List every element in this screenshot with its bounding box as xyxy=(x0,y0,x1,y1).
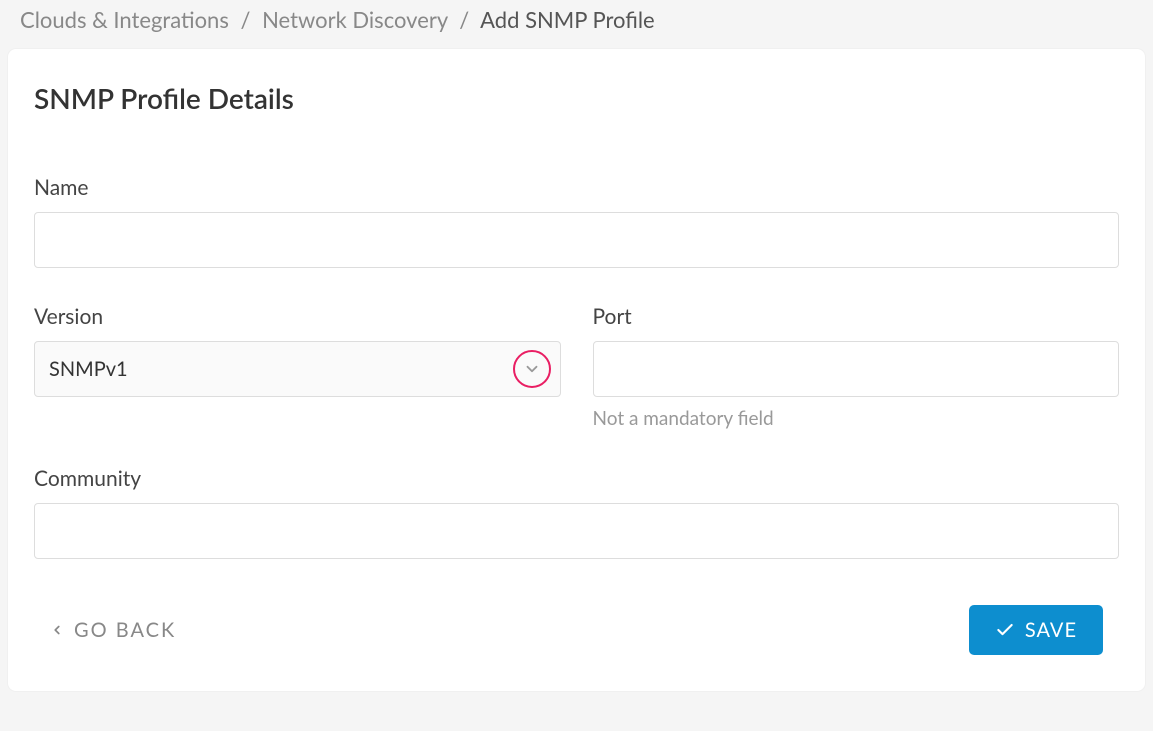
community-label: Community xyxy=(34,466,1119,491)
form-group-port: Port Not a mandatory field xyxy=(593,304,1120,430)
community-input[interactable] xyxy=(34,503,1119,559)
name-label: Name xyxy=(34,175,1119,200)
breadcrumb-current: Add SNMP Profile xyxy=(480,6,655,33)
version-selected-value: SNMPv1 xyxy=(49,357,128,381)
form-group-version: Version SNMPv1 xyxy=(34,304,561,430)
check-icon xyxy=(995,620,1015,640)
go-back-button[interactable]: GO BACK xyxy=(50,618,176,642)
version-select[interactable]: SNMPv1 xyxy=(34,341,561,397)
port-label: Port xyxy=(593,304,1120,329)
save-button[interactable]: SAVE xyxy=(969,605,1103,655)
breadcrumb-link-clouds-integrations[interactable]: Clouds & Integrations xyxy=(20,6,229,33)
breadcrumb-separator: / xyxy=(241,6,251,33)
port-helper-text: Not a mandatory field xyxy=(593,407,1120,430)
breadcrumb: Clouds & Integrations / Network Discover… xyxy=(0,0,1153,49)
form-card: SNMP Profile Details Name Version SNMPv1… xyxy=(8,49,1145,691)
breadcrumb-link-network-discovery[interactable]: Network Discovery xyxy=(262,6,448,33)
form-actions: GO BACK SAVE xyxy=(34,605,1119,655)
chevron-left-icon xyxy=(50,621,64,639)
page-title: SNMP Profile Details xyxy=(34,81,1119,115)
version-label: Version xyxy=(34,304,561,329)
save-label: SAVE xyxy=(1025,618,1077,642)
breadcrumb-separator: / xyxy=(459,6,469,33)
name-input[interactable] xyxy=(34,212,1119,268)
form-group-community: Community xyxy=(34,466,1119,559)
go-back-label: GO BACK xyxy=(74,618,176,642)
form-group-name: Name xyxy=(34,175,1119,268)
port-input[interactable] xyxy=(593,341,1120,397)
